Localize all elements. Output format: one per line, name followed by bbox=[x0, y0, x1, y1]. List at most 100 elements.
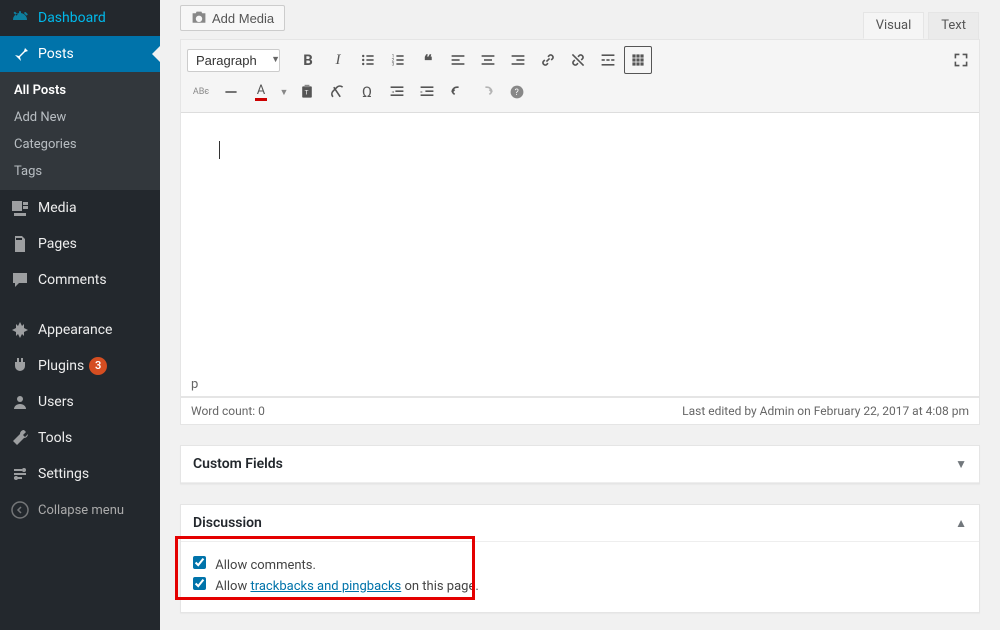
allow-comments-label: Allow comments. bbox=[215, 558, 316, 573]
svg-text:T: T bbox=[305, 88, 309, 96]
sidebar-subitem-add-new[interactable]: Add New bbox=[0, 104, 160, 131]
editor-footer: Word count: 0 Last edited by Admin on Fe… bbox=[181, 397, 979, 424]
word-count: Word count: 0 bbox=[191, 404, 265, 418]
link-button[interactable] bbox=[534, 46, 562, 74]
plugins-icon bbox=[10, 356, 30, 376]
undo-button[interactable] bbox=[443, 78, 471, 106]
sidebar-item-users[interactable]: Users bbox=[0, 384, 160, 420]
align-center-button[interactable] bbox=[474, 46, 502, 74]
collapse-menu-button[interactable]: Collapse menu bbox=[0, 492, 160, 528]
align-right-button[interactable] bbox=[504, 46, 532, 74]
sidebar-subitem-categories[interactable]: Categories bbox=[0, 131, 160, 158]
align-left-button[interactable] bbox=[444, 46, 472, 74]
add-media-label: Add Media bbox=[212, 11, 274, 26]
svg-text:3: 3 bbox=[392, 62, 395, 68]
sidebar-item-label: Media bbox=[38, 200, 77, 216]
chevron-down-icon: ▼ bbox=[955, 457, 967, 471]
tab-text[interactable]: Text bbox=[928, 12, 979, 39]
panel-discussion-header[interactable]: Discussion ▲ bbox=[181, 505, 979, 542]
editor-container: Visual Text Paragraph B I 123 ❝ bbox=[180, 39, 980, 425]
toolbar-toggle-button[interactable] bbox=[624, 46, 652, 74]
horizontal-rule-button[interactable] bbox=[217, 78, 245, 106]
special-char-button[interactable]: Ω bbox=[353, 78, 381, 106]
sidebar-item-label: Settings bbox=[38, 466, 89, 482]
admin-sidebar: Dashboard Posts All Posts Add New Catego… bbox=[0, 0, 160, 630]
strikethrough-button[interactable]: ABє bbox=[187, 78, 215, 106]
dashboard-icon bbox=[10, 8, 30, 28]
editor-mode-tabs: Visual Text bbox=[863, 12, 979, 39]
collapse-icon bbox=[10, 500, 30, 520]
allow-trackbacks-row[interactable]: Allow trackbacks and pingbacks on this p… bbox=[193, 577, 967, 594]
allow-comments-row[interactable]: Allow comments. bbox=[193, 556, 967, 573]
editor-textarea[interactable] bbox=[181, 113, 979, 373]
sidebar-item-label: Users bbox=[38, 394, 74, 410]
panel-discussion: Discussion ▲ Allow comments. Allow track… bbox=[180, 504, 980, 613]
collapse-menu-label: Collapse menu bbox=[38, 503, 124, 518]
clear-formatting-button[interactable] bbox=[323, 78, 351, 106]
panel-title: Custom Fields bbox=[193, 456, 283, 472]
outdent-button[interactable] bbox=[383, 78, 411, 106]
trackbacks-link[interactable]: trackbacks and pingbacks bbox=[250, 579, 401, 594]
media-icon bbox=[10, 198, 30, 218]
sidebar-item-tools[interactable]: Tools bbox=[0, 420, 160, 456]
appearance-icon bbox=[10, 320, 30, 340]
sidebar-subitem-tags[interactable]: Tags bbox=[0, 158, 160, 185]
bold-button[interactable]: B bbox=[294, 46, 322, 74]
indent-button[interactable] bbox=[413, 78, 441, 106]
allow-trackbacks-suffix: on this page. bbox=[401, 579, 479, 594]
settings-icon bbox=[10, 464, 30, 484]
tools-icon bbox=[10, 428, 30, 448]
allow-comments-checkbox[interactable] bbox=[193, 556, 206, 569]
sidebar-item-label: Comments bbox=[38, 272, 107, 288]
sidebar-item-settings[interactable]: Settings bbox=[0, 456, 160, 492]
sidebar-item-label: Pages bbox=[38, 236, 77, 252]
panel-custom-fields-header[interactable]: Custom Fields ▼ bbox=[181, 446, 979, 483]
numbered-list-button[interactable]: 123 bbox=[384, 46, 412, 74]
help-button[interactable]: ? bbox=[503, 78, 531, 106]
editor-element-path: p bbox=[181, 373, 979, 397]
sidebar-item-appearance[interactable]: Appearance bbox=[0, 312, 160, 348]
users-icon bbox=[10, 392, 30, 412]
fullscreen-button[interactable] bbox=[949, 48, 973, 72]
main-content: Add Media Visual Text Paragraph B I 123 … bbox=[160, 0, 1000, 630]
bullet-list-button[interactable] bbox=[354, 46, 382, 74]
sidebar-item-plugins[interactable]: Plugins 3 bbox=[0, 348, 160, 384]
svg-text:?: ? bbox=[515, 88, 519, 98]
editor-toolbar: Paragraph B I 123 ❝ ABє A ▼ bbox=[181, 40, 979, 113]
sidebar-item-label: Plugins bbox=[38, 358, 84, 374]
sidebar-subitem-all-posts[interactable]: All Posts bbox=[0, 77, 160, 104]
sidebar-submenu-posts: All Posts Add New Categories Tags bbox=[0, 72, 160, 190]
sidebar-item-comments[interactable]: Comments bbox=[0, 262, 160, 298]
last-edited: Last edited by Admin on February 22, 201… bbox=[682, 404, 969, 418]
paste-text-button[interactable]: T bbox=[293, 78, 321, 106]
unlink-button[interactable] bbox=[564, 46, 592, 74]
pin-icon bbox=[10, 44, 30, 64]
sidebar-item-posts[interactable]: Posts bbox=[0, 36, 160, 72]
sidebar-item-label: Posts bbox=[38, 46, 74, 62]
add-media-button[interactable]: Add Media bbox=[180, 5, 285, 31]
panel-title: Discussion bbox=[193, 515, 262, 531]
sidebar-item-label: Appearance bbox=[38, 322, 112, 338]
sidebar-item-label: Dashboard bbox=[38, 10, 106, 26]
panel-discussion-body: Allow comments. Allow trackbacks and pin… bbox=[181, 542, 979, 612]
sidebar-item-dashboard[interactable]: Dashboard bbox=[0, 0, 160, 36]
blockquote-button[interactable]: ❝ bbox=[414, 46, 442, 74]
tab-visual[interactable]: Visual bbox=[863, 12, 925, 39]
allow-trackbacks-checkbox[interactable] bbox=[193, 577, 206, 590]
plugins-update-badge: 3 bbox=[89, 357, 107, 375]
text-color-dropdown[interactable]: ▼ bbox=[277, 78, 291, 106]
pages-icon bbox=[10, 234, 30, 254]
text-color-button[interactable]: A bbox=[247, 78, 275, 106]
chevron-up-icon: ▲ bbox=[955, 516, 967, 530]
panel-custom-fields: Custom Fields ▼ bbox=[180, 445, 980, 484]
allow-trackbacks-prefix: Allow bbox=[215, 579, 250, 594]
sidebar-item-media[interactable]: Media bbox=[0, 190, 160, 226]
media-camera-icon bbox=[191, 10, 207, 26]
sidebar-item-pages[interactable]: Pages bbox=[0, 226, 160, 262]
sidebar-item-label: Tools bbox=[38, 430, 72, 446]
read-more-button[interactable] bbox=[594, 46, 622, 74]
format-select[interactable]: Paragraph bbox=[187, 49, 280, 72]
comments-icon bbox=[10, 270, 30, 290]
italic-button[interactable]: I bbox=[324, 46, 352, 74]
redo-button[interactable] bbox=[473, 78, 501, 106]
